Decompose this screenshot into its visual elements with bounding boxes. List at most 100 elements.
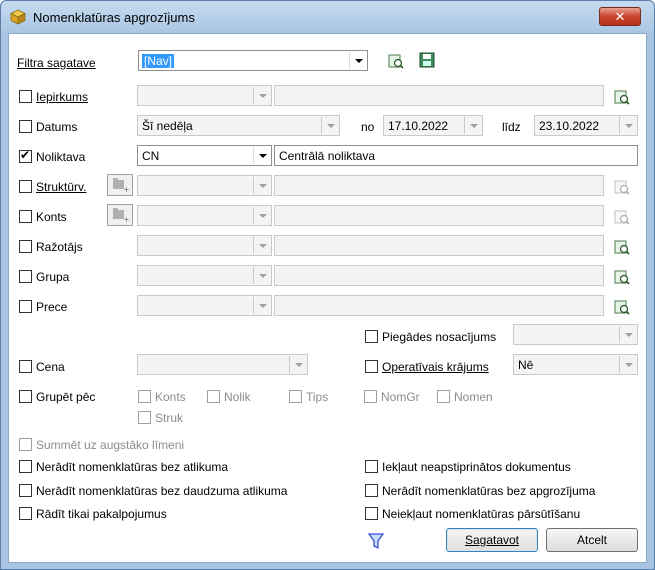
iepirkums-code-select[interactable] <box>137 85 272 106</box>
chevron-down-icon[interactable] <box>289 356 306 373</box>
checkbox-box[interactable] <box>437 390 450 403</box>
checkbox-box[interactable] <box>365 484 378 497</box>
chevron-down-icon[interactable] <box>253 207 270 224</box>
checkbox-box[interactable] <box>207 390 220 403</box>
lookup-icon[interactable] <box>614 179 630 195</box>
checkbox-box[interactable] <box>19 360 32 373</box>
strukturv-folder-button[interactable]: + <box>107 174 133 196</box>
neradit-bez-daudzuma-checkbox[interactable]: Nerādīt nomenklatūras bez daudzuma atlik… <box>19 484 287 498</box>
iepirkums-name-field[interactable] <box>274 85 604 106</box>
prece-code-select[interactable] <box>137 295 272 316</box>
chevron-down-icon[interactable] <box>619 356 636 373</box>
checkbox-box[interactable] <box>289 390 302 403</box>
date-to-picker[interactable]: 23.10.2022 <box>534 115 638 136</box>
radit-pakalpojumus-checkbox[interactable]: Rādīt tikai pakalpojumus <box>19 507 167 521</box>
strukturv-checkbox[interactable]: Struktūrv. <box>19 180 86 194</box>
cancel-button[interactable]: Atcelt <box>546 528 638 552</box>
iepirkums-checkbox[interactable]: Iepirkums <box>19 90 88 104</box>
lookup-icon[interactable] <box>614 209 630 225</box>
checkbox-box[interactable] <box>19 210 32 223</box>
chevron-down-icon[interactable] <box>321 117 338 134</box>
neradit-bez-apgrozijuma-checkbox[interactable]: Nerādīt nomenklatūras bez apgrozījuma <box>365 484 595 498</box>
konts-name-field[interactable] <box>274 205 604 226</box>
datums-checkbox[interactable]: Datums <box>19 120 77 134</box>
lookup-icon[interactable] <box>614 89 630 105</box>
checkbox-box[interactable] <box>365 360 378 373</box>
title-bar[interactable]: Nomenklatūras apgrozījums ✕ <box>1 1 654 33</box>
filter-template-select[interactable]: [Nav] <box>138 50 368 71</box>
chevron-down-icon[interactable] <box>349 52 366 69</box>
checkbox-box[interactable] <box>19 507 32 520</box>
konts-code-select[interactable] <box>137 205 272 226</box>
prepare-button[interactable]: Sagatavot <box>446 528 538 552</box>
grupa-checkbox[interactable]: Grupa <box>19 270 69 284</box>
chevron-down-icon[interactable] <box>253 237 270 254</box>
piegades-checkbox[interactable]: Piegādes nosacījums <box>365 330 496 344</box>
noliktava-name-field[interactable]: Centrālā noliktava <box>274 145 638 166</box>
grupet-nomgr-checkbox[interactable]: NomGr <box>364 390 420 404</box>
razotajs-checkbox[interactable]: Ražotājs <box>19 240 83 254</box>
neieklaut-parsutisanu-checkbox[interactable]: Neiekļaut nomenklatūras pārsūtīšanu <box>365 507 580 521</box>
date-from-picker[interactable]: 17.10.2022 <box>383 115 483 136</box>
grupa-name-field[interactable] <box>274 265 604 286</box>
chevron-down-icon[interactable] <box>253 147 270 164</box>
chevron-down-icon[interactable] <box>253 177 270 194</box>
checkbox-box[interactable] <box>19 240 32 253</box>
cena-select[interactable] <box>137 354 308 375</box>
checkbox-box[interactable] <box>19 438 32 451</box>
lookup-icon[interactable] <box>614 299 630 315</box>
save-template-icon[interactable] <box>419 52 435 68</box>
checkbox-box[interactable] <box>365 330 378 343</box>
razotajs-name-field[interactable] <box>274 235 604 256</box>
piegades-select[interactable] <box>513 324 638 345</box>
checkbox-box[interactable] <box>19 300 32 313</box>
checkbox-box[interactable] <box>365 507 378 520</box>
neradit-bez-atlikuma-checkbox[interactable]: Nerādīt nomenklatūras bez atlikuma <box>19 460 228 474</box>
razotajs-code-select[interactable] <box>137 235 272 256</box>
checkbox-box[interactable] <box>19 90 32 103</box>
noliktava-code-select[interactable]: CN <box>137 145 272 166</box>
checkbox-box[interactable] <box>19 390 32 403</box>
checkbox-box[interactable] <box>19 148 32 163</box>
noliktava-checkbox[interactable]: Noliktava <box>19 148 85 164</box>
strukturv-code-select[interactable] <box>137 175 272 196</box>
checkbox-box[interactable] <box>365 460 378 473</box>
grupet-konts-checkbox[interactable]: Konts <box>138 390 186 404</box>
grupet-nolik-checkbox[interactable]: Nolik <box>207 390 251 404</box>
checkbox-box[interactable] <box>19 484 32 497</box>
chevron-down-icon[interactable] <box>464 117 481 134</box>
checkbox-box[interactable] <box>138 411 151 424</box>
grupet-tips-checkbox[interactable]: Tips <box>289 390 328 404</box>
lookup-icon[interactable] <box>614 239 630 255</box>
lookup-icon[interactable] <box>614 269 630 285</box>
chevron-down-icon[interactable] <box>619 326 636 343</box>
grupet-nomen-checkbox[interactable]: Nomen <box>437 390 493 404</box>
konts-checkbox[interactable]: Konts <box>19 210 67 224</box>
summet-checkbox[interactable]: Summēt uz augstāko līmeni <box>19 438 184 452</box>
operativais-checkbox[interactable]: Operatīvais krājums <box>365 360 489 374</box>
chevron-down-icon[interactable] <box>619 117 636 134</box>
checkbox-box[interactable] <box>19 270 32 283</box>
close-button[interactable]: ✕ <box>599 7 641 26</box>
ieklaut-neapstiprinatos-checkbox[interactable]: Iekļaut neapstiprinātos dokumentus <box>365 460 571 474</box>
operativais-select[interactable]: Nē <box>513 354 638 375</box>
chevron-down-icon[interactable] <box>253 297 270 314</box>
checkbox-box[interactable] <box>364 390 377 403</box>
prece-checkbox[interactable]: Prece <box>19 300 67 314</box>
grupet-checkbox[interactable]: Grupēt pēc <box>19 390 95 404</box>
chevron-down-icon[interactable] <box>253 87 270 104</box>
strukturv-name-field[interactable] <box>274 175 604 196</box>
grupet-struk-checkbox[interactable]: Struk <box>138 411 183 425</box>
filter-icon[interactable] <box>367 532 385 550</box>
checkbox-box[interactable] <box>19 460 32 473</box>
load-template-icon[interactable] <box>388 53 404 69</box>
cena-checkbox[interactable]: Cena <box>19 360 65 374</box>
period-select[interactable]: Šī nedēļa <box>137 115 340 136</box>
checkbox-box[interactable] <box>138 390 151 403</box>
checkbox-box[interactable] <box>19 180 32 193</box>
checkbox-box[interactable] <box>19 120 32 133</box>
konts-folder-button[interactable]: + <box>107 204 133 226</box>
prece-name-field[interactable] <box>274 295 604 316</box>
grupa-code-select[interactable] <box>137 265 272 286</box>
chevron-down-icon[interactable] <box>253 267 270 284</box>
